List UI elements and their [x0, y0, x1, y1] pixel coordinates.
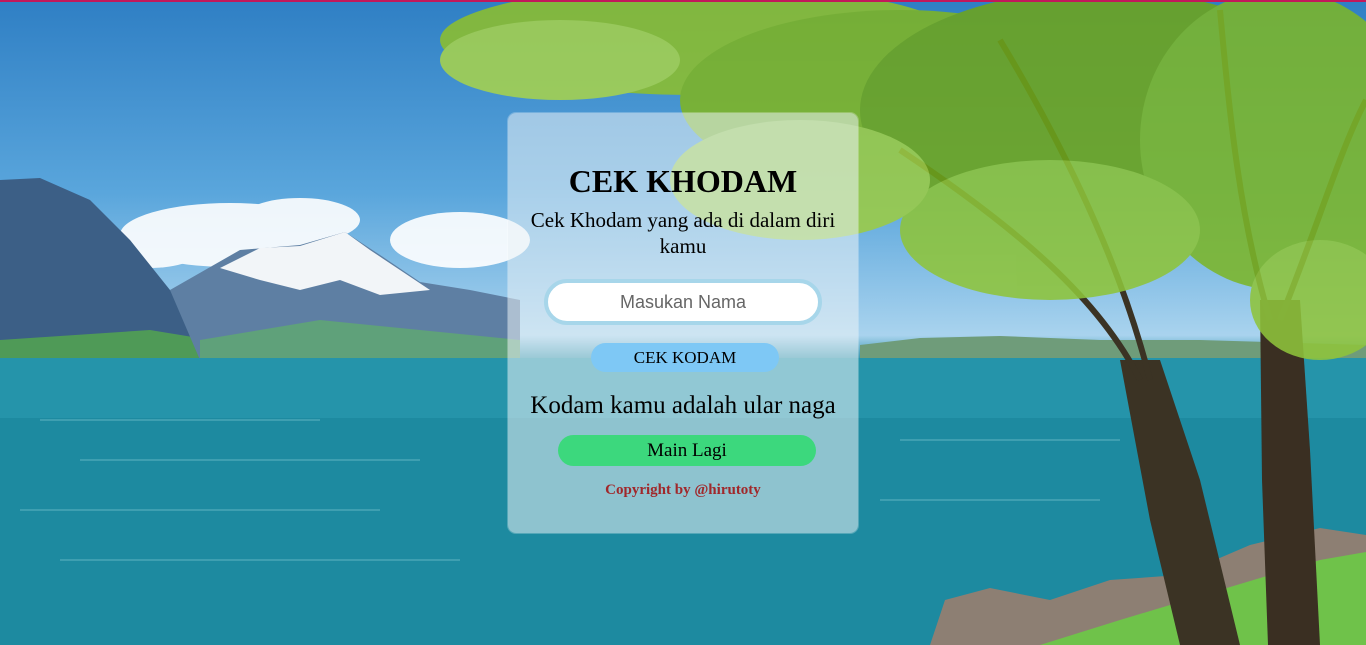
top-accent-strip — [0, 0, 1366, 2]
page-background: CEK KHODAM Cek Khodam yang ada di dalam … — [0, 0, 1366, 645]
result-text: Kodam kamu adalah ular naga — [530, 392, 836, 419]
khodam-card: CEK KHODAM Cek Khodam yang ada di dalam … — [508, 113, 858, 533]
page-title: CEK KHODAM — [568, 163, 798, 199]
cek-kodam-button[interactable]: CEK KODAM — [591, 343, 779, 372]
name-input[interactable] — [544, 279, 822, 325]
page-subtitle: Cek Khodam yang ada di dalam diri kamu — [530, 208, 836, 258]
main-lagi-button[interactable]: Main Lagi — [558, 435, 816, 466]
copyright-text: Copyright by @hirutoty — [605, 482, 761, 498]
